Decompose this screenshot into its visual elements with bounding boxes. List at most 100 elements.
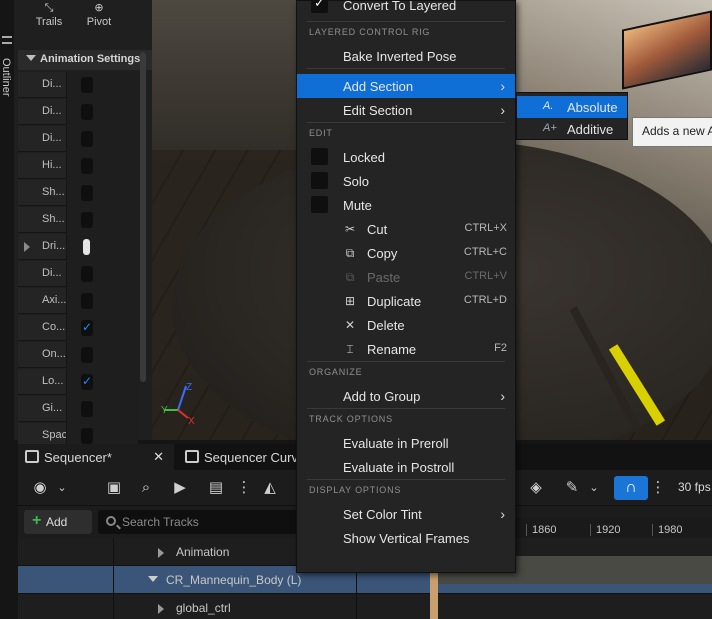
property-label: Co... [42,321,66,333]
track-key-controls[interactable] [356,594,432,619]
property-value [66,288,138,314]
search-tracks[interactable] [98,510,298,534]
search-tracks-input[interactable] [122,510,292,534]
checkbox[interactable] [311,172,328,189]
image-icon[interactable]: ◭ [260,478,280,498]
checkbox[interactable] [311,196,328,213]
ruler-tick: 1980 [652,524,682,536]
menu-item-evaluate-in-preroll[interactable]: Evaluate in Preroll [297,431,515,455]
trails-button[interactable]: ⤡ Trails [27,0,71,28]
property-label: Sh... [42,213,65,225]
trails-label: Trails [35,16,63,28]
collapse-arrow-icon[interactable] [148,576,158,582]
menu-item-edit-section[interactable]: Edit Section › [297,98,515,122]
search-icon [106,516,116,526]
outliner-tab-strip[interactable]: Outliner [0,0,14,440]
menu-item-rename[interactable]: ⌶ Rename F2 [297,337,515,361]
add-track-button[interactable]: + Add [24,510,92,534]
menu-item-mute[interactable]: Mute [297,193,515,217]
track-row[interactable]: global_ctrl [18,594,712,619]
menu-item-show-vertical-frames[interactable]: Show Vertical Frames [297,526,515,550]
clapper-icon[interactable]: ▤ [206,478,226,498]
property-checkbox[interactable] [81,428,93,444]
menu-item-label: Add to Group [343,389,421,404]
menu-item-label: Rename [367,342,417,357]
world-icon[interactable]: ◉ [30,478,50,498]
ruler-tick: 1920 [590,524,620,536]
chevron-down-icon[interactable]: ⌄ [584,478,604,498]
menu-item-copy[interactable]: ⧉ Copy CTRL+C [297,241,515,265]
track-toggles[interactable] [18,566,114,594]
expand-arrow-icon[interactable] [158,604,164,614]
property-value [66,99,138,125]
submenu-item-additive[interactable]: A+ Additive [517,118,627,140]
key-icon[interactable]: ◈ [526,478,546,498]
property-checkbox[interactable] [81,266,93,282]
menu-item-locked[interactable]: Locked [297,145,515,169]
grip-icon [2,36,12,44]
property-checkbox[interactable] [81,320,93,336]
tab-sequencer-curves[interactable]: Sequencer Curv [178,444,298,470]
pivot-button[interactable]: ⊕ Pivot [77,0,121,28]
property-checkbox[interactable] [81,293,93,309]
menu-item-add-to-group[interactable]: Add to Group › [297,384,515,408]
menu-item-label: Locked [343,150,385,165]
menu-separator [307,122,505,123]
property-checkbox[interactable] [81,212,93,228]
track-toggles[interactable] [18,538,114,566]
submenu-item-absolute[interactable]: A. Absolute [517,96,627,118]
property-checkbox[interactable] [81,104,93,120]
menu-item-bake-inverted-pose[interactable]: Bake Inverted Pose [297,44,515,68]
menu-item-evaluate-in-postroll[interactable]: Evaluate in Postroll [297,455,515,479]
camera-icon[interactable]: ▶ [170,478,190,498]
chevron-down-icon[interactable]: ⌄ [52,478,72,498]
property-value [66,207,138,233]
pivot-label: Pivot [86,16,112,28]
checkbox[interactable] [311,148,328,165]
details-panel: Outliner ⤡ Trails ⊕ Pivot Animation Sett… [0,0,152,449]
property-checkbox[interactable] [81,401,93,417]
snap-magnet-button[interactable]: ∩ [614,476,648,500]
pivot-icon: ⊕ [94,2,104,14]
menu-item-set-color-tint[interactable]: Set Color Tint › [297,502,515,526]
find-icon[interactable]: ⌕ [136,478,156,498]
more-options-icon[interactable]: ⋮ [234,478,254,498]
toggle-handle[interactable] [83,239,90,255]
pen-icon[interactable]: ✎ [562,478,582,498]
details-scrollbar[interactable] [140,52,146,382]
track-toggles[interactable] [18,594,114,619]
more-options-icon[interactable]: ⋮ [648,478,668,498]
frame-rate-readout[interactable]: 30 fps [678,480,711,494]
menu-item-cut[interactable]: ✂ Cut CTRL+X [297,217,515,241]
menu-item-delete[interactable]: ✕ Delete [297,313,515,337]
property-checkbox[interactable] [81,131,93,147]
outliner-tab-label[interactable]: Outliner [0,58,12,97]
animation-settings-header[interactable]: Animation Settings [18,50,152,70]
property-value [66,342,138,368]
save-icon[interactable]: ▣ [104,478,124,498]
menu-item-add-section[interactable]: Add Section › [297,74,515,98]
close-icon[interactable]: ✕ [153,449,164,465]
menu-item-label: Mute [343,198,372,213]
expand-arrow-icon[interactable] [158,548,164,558]
property-checkbox[interactable] [81,158,93,174]
property-checkbox[interactable] [81,374,93,390]
property-checkbox[interactable] [81,77,93,93]
tab-sequencer[interactable]: Sequencer* ✕ [18,444,174,470]
property-value [66,396,138,422]
property-row: Co... [18,315,138,341]
chevron-right-icon: › [500,78,505,94]
property-label: On... [42,348,66,360]
property-checkbox[interactable] [81,185,93,201]
expand-arrow-icon[interactable] [24,242,30,252]
property-checkbox[interactable] [81,347,93,363]
property-label: Axi... [42,294,67,306]
convert-to-layered-item[interactable]: Convert To Layered [297,0,515,17]
property-row: Sh... [18,180,138,206]
add-section-submenu: A. Absolute A+ Additive [516,92,628,140]
checkbox-checked[interactable] [311,0,328,13]
menu-item-duplicate[interactable]: ⊞ Duplicate CTRL+D [297,289,515,313]
viewport-wall [152,0,302,160]
menu-item-label: Delete [367,318,405,333]
menu-item-solo[interactable]: Solo [297,169,515,193]
